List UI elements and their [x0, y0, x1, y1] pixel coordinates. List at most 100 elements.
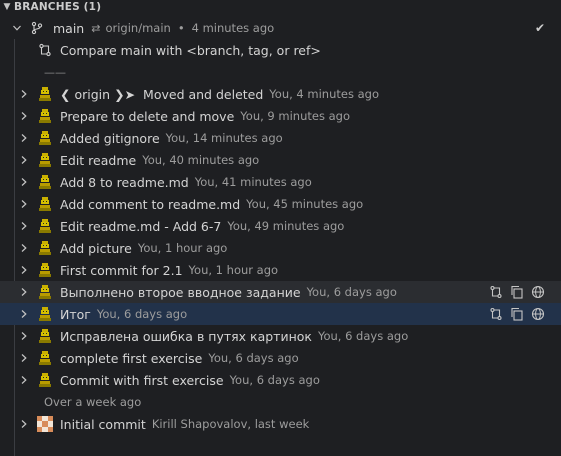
commit-message: Add picture	[60, 240, 132, 256]
commit-row[interactable]: Commit with first exercise You, 6 days ag…	[0, 369, 561, 391]
chevron-right-icon[interactable]	[19, 419, 29, 429]
branch-name: main	[53, 20, 85, 36]
commit-message: Moved and deleted	[143, 86, 264, 102]
commit-meta: You, 4 minutes ago	[269, 87, 379, 101]
commit-message: Выполнено второе вводное задание	[60, 284, 301, 300]
commit-row-initial[interactable]: Initial commit Kirill Shapovalov, last w…	[0, 413, 561, 435]
branch-time: 4 minutes ago	[191, 21, 275, 35]
commit-row[interactable]: ❮ origin ❯ ➤ Moved and deleted You, 4 minutes…	[0, 83, 561, 105]
commit-message: complete first exercise	[60, 350, 203, 366]
compare-row[interactable]: Compare main with <branch, tag, or ref>	[0, 39, 561, 61]
commit-meta: You, 1 hour ago	[137, 241, 228, 255]
group-label: Over a week ago	[44, 395, 142, 409]
commit-row[interactable]: Выполнено второе вводное задание You, 6 d…	[0, 281, 561, 303]
user-avatar-icon	[37, 218, 53, 234]
chevron-right-icon[interactable]	[19, 331, 29, 341]
check-icon: ✔	[534, 21, 545, 35]
commit-meta: You, 14 minutes ago	[165, 131, 283, 145]
user-avatar-icon	[37, 306, 53, 322]
chevron-right-icon[interactable]	[19, 111, 29, 121]
sync-icon: ⇄	[91, 21, 101, 35]
compare-label: Compare main with <branch, tag, or ref>	[60, 42, 321, 58]
user-avatar-icon	[37, 196, 53, 212]
commit-row[interactable]: First commit for 2.1 You, 1 hour ago	[0, 259, 561, 281]
chevron-right-icon[interactable]	[19, 243, 29, 253]
commit-meta: You, 6 days ago	[208, 351, 299, 365]
commit-message: Initial commit	[60, 416, 146, 432]
copy-icon[interactable]	[509, 285, 524, 300]
chevron-right-icon[interactable]	[19, 199, 29, 209]
copy-icon[interactable]	[509, 307, 524, 322]
branch-row-main[interactable]: main ⇄ origin/main • 4 minutes ago ✔	[0, 17, 561, 39]
section-title: BRANCHES (1)	[14, 1, 102, 13]
commit-meta: You, 45 minutes ago	[246, 197, 364, 211]
divider-label: ——	[44, 65, 66, 79]
chevron-down-icon[interactable]	[12, 23, 22, 33]
chevron-right-icon[interactable]	[19, 353, 29, 363]
compare-icon[interactable]	[488, 285, 503, 300]
commit-message: Итог	[60, 306, 91, 322]
ref-name: origin	[74, 86, 111, 102]
chevron-right-icon[interactable]	[19, 287, 29, 297]
commit-meta: You, 6 days ago	[306, 285, 397, 299]
ref-open: ❮	[60, 86, 71, 102]
user-avatar-icon	[37, 350, 53, 366]
ref-arrow: ➤	[124, 86, 136, 102]
commit-row[interactable]: Add picture You, 1 hour ago	[0, 237, 561, 259]
globe-icon[interactable]	[530, 285, 545, 300]
chevron-right-icon[interactable]	[19, 177, 29, 187]
chevron-right-icon[interactable]	[19, 309, 29, 319]
commit-row[interactable]: Add 8 to readme.md You, 41 minutes ago	[0, 171, 561, 193]
commit-message: Commit with first exercise	[60, 372, 224, 388]
commit-row[interactable]: Prepare to delete and move You, 9 minutes…	[0, 105, 561, 127]
user-avatar-icon	[37, 262, 53, 278]
commit-message: Edit readme.md - Add 6-7	[60, 218, 222, 234]
compare-changes-icon	[38, 43, 52, 57]
commit-meta: You, 1 hour ago	[188, 263, 279, 277]
user-avatar-icon	[37, 328, 53, 344]
commit-row-actions	[488, 285, 545, 300]
commit-meta: You, 6 days ago	[96, 307, 188, 321]
divider-row: ——	[0, 61, 561, 83]
ref-close: ❯	[114, 86, 125, 102]
commit-message: Edit readme	[60, 152, 137, 168]
user-avatar-icon	[37, 152, 53, 168]
user-avatar-icon	[37, 416, 53, 432]
commit-row[interactable]: complete first exercise You, 6 days ago	[0, 347, 561, 369]
chevron-right-icon[interactable]	[19, 221, 29, 231]
commit-row[interactable]: Итог You, 6 days ago	[0, 303, 561, 325]
user-avatar-icon	[37, 108, 53, 124]
chevron-right-icon[interactable]	[19, 89, 29, 99]
user-avatar-icon	[37, 284, 53, 300]
chevron-right-icon[interactable]	[19, 265, 29, 275]
commit-message: First commit for 2.1	[60, 262, 183, 278]
git-branch-icon	[30, 21, 44, 35]
commit-message: Исправлена ошибка в путях картинок	[60, 328, 312, 344]
commit-message: Add 8 to readme.md	[60, 174, 189, 190]
commit-row[interactable]: Edit readme.md - Add 6-7 You, 49 minutes …	[0, 215, 561, 237]
commit-row[interactable]: Added gitignore You, 14 minutes ago	[0, 127, 561, 149]
chevron-right-icon[interactable]	[19, 133, 29, 143]
commit-row[interactable]: Add comment to readme.md You, 45 minutes …	[0, 193, 561, 215]
user-avatar-icon	[37, 86, 53, 102]
user-avatar-icon	[37, 372, 53, 388]
chevron-right-icon[interactable]	[19, 375, 29, 385]
chevron-right-icon[interactable]	[19, 155, 29, 165]
commit-message: Prepare to delete and move	[60, 108, 235, 124]
commit-meta: Kirill Shapovalov, last week	[151, 417, 310, 431]
group-label-row: Over a week ago	[0, 391, 561, 413]
branches-section-header[interactable]: ▼ BRANCHES (1)	[0, 0, 561, 14]
commit-row[interactable]: Edit readme You, 40 minutes ago	[0, 149, 561, 171]
commit-message: Add comment to readme.md	[60, 196, 241, 212]
branch-upstream: origin/main	[105, 21, 171, 35]
commit-meta: You, 49 minutes ago	[227, 219, 345, 233]
commit-meta: You, 6 days ago	[229, 373, 320, 387]
commit-meta: You, 9 minutes ago	[240, 109, 350, 123]
commit-meta: You, 41 minutes ago	[194, 175, 312, 189]
commit-meta: You, 40 minutes ago	[142, 153, 260, 167]
user-avatar-icon	[37, 240, 53, 256]
globe-icon[interactable]	[530, 307, 545, 322]
commit-row-actions	[488, 307, 545, 322]
compare-icon[interactable]	[488, 307, 503, 322]
commit-row[interactable]: Исправлена ошибка в путях картинок You, 6…	[0, 325, 561, 347]
